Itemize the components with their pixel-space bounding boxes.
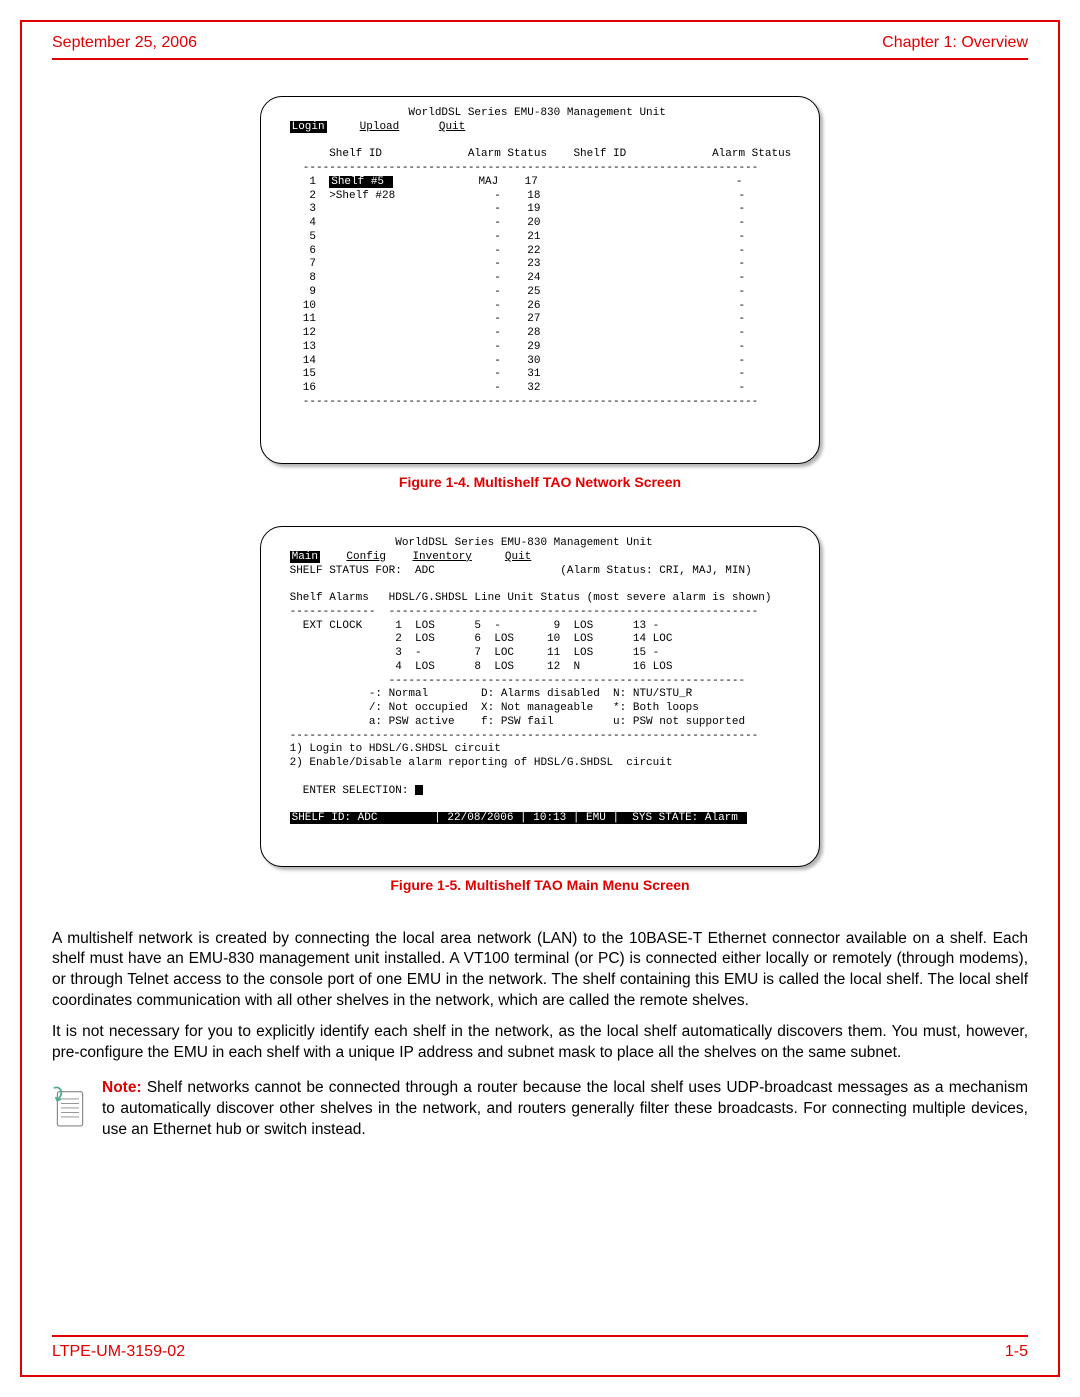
- header-chapter: Chapter 1: Overview: [882, 34, 1028, 52]
- term1-row-1b: MAJ 17 -: [393, 176, 743, 188]
- terminal-screen-2: WorldDSL Series EMU-830 Management Unit …: [283, 537, 797, 840]
- term2-statusbar-a: SHELF ID: ADC: [290, 812, 433, 824]
- footer-page-no: 1-5: [1005, 1343, 1028, 1361]
- menu-quit-2[interactable]: Quit: [505, 551, 531, 563]
- term2-legend: -: Normal D: Alarms disabled N: NTU/STU_…: [283, 688, 745, 728]
- footer-rule: [52, 1335, 1028, 1337]
- menu-main[interactable]: Main: [290, 551, 320, 563]
- menu-upload[interactable]: Upload: [360, 121, 400, 133]
- term1-rows-rest: 3 - 19 - 4 - 20 - 5 - 21: [283, 203, 745, 394]
- menu-quit[interactable]: Quit: [439, 121, 465, 133]
- figure-1-4-terminal: WorldDSL Series EMU-830 Management Unit …: [260, 96, 820, 464]
- term2-grid: EXT CLOCK 1 LOS 5 - 9 LOS 13 - 2 LOS 6 L…: [283, 620, 672, 673]
- cursor-icon: [415, 785, 423, 795]
- note-body: Shelf networks cannot be connected throu…: [102, 1079, 1028, 1138]
- header-rule: [52, 58, 1028, 60]
- figure-1-5-terminal: WorldDSL Series EMU-830 Management Unit …: [260, 526, 820, 867]
- figure-1-5-caption: Figure 1-5. Multishelf TAO Main Menu Scr…: [52, 877, 1028, 893]
- term2-shelf-alarms-header: Shelf Alarms HDSL/G.SHDSL Line Unit Stat…: [283, 592, 771, 604]
- note-text: Note: Shelf networks cannot be connected…: [102, 1078, 1028, 1141]
- term1-sel-shelf[interactable]: Shelf #5: [329, 176, 392, 188]
- note-block: Note: Shelf networks cannot be connected…: [52, 1078, 1028, 1141]
- term2-title: WorldDSL Series EMU-830 Management Unit: [283, 537, 653, 549]
- header-date: September 25, 2006: [52, 34, 197, 52]
- figure-1-4-caption: Figure 1-4. Multishelf TAO Network Scree…: [52, 474, 1028, 490]
- note-label: Note:: [102, 1079, 142, 1096]
- paragraph-1: A multishelf network is created by conne…: [52, 929, 1028, 1013]
- note-icon: [52, 1082, 88, 1132]
- page-footer: LTPE-UM-3159-02 1-5: [22, 1335, 1058, 1375]
- page-frame: September 25, 2006 Chapter 1: Overview W…: [20, 20, 1060, 1377]
- menu-config[interactable]: Config: [346, 551, 386, 563]
- term2-statusbar-b: | 22/08/2006 | 10:13 | EMU | SYS STATE: …: [432, 812, 746, 824]
- menu-login[interactable]: Login: [290, 121, 327, 133]
- term2-enter-selection[interactable]: ENTER SELECTION:: [283, 785, 415, 797]
- term1-row-2: 2 >Shelf #28 - 18 -: [283, 190, 745, 202]
- term2-status-for: SHELF STATUS FOR: ADC (Alarm Status: CRI…: [283, 565, 752, 577]
- footer-doc-id: LTPE-UM-3159-02: [52, 1343, 185, 1361]
- term1-col-headers: Shelf ID Alarm Status Shelf ID Alarm Sta…: [283, 148, 791, 160]
- terminal-screen-1: WorldDSL Series EMU-830 Management Unit …: [283, 107, 797, 437]
- term2-options: 1) Login to HDSL/G.SHDSL circuit 2) Enab…: [283, 743, 672, 769]
- paragraph-2: It is not necessary for you to explicitl…: [52, 1022, 1028, 1064]
- term1-row-1a: 1: [283, 176, 329, 188]
- page-header: September 25, 2006 Chapter 1: Overview: [22, 22, 1058, 58]
- menu-inventory[interactable]: Inventory: [412, 551, 471, 563]
- term1-title: WorldDSL Series EMU-830 Management Unit: [283, 107, 666, 119]
